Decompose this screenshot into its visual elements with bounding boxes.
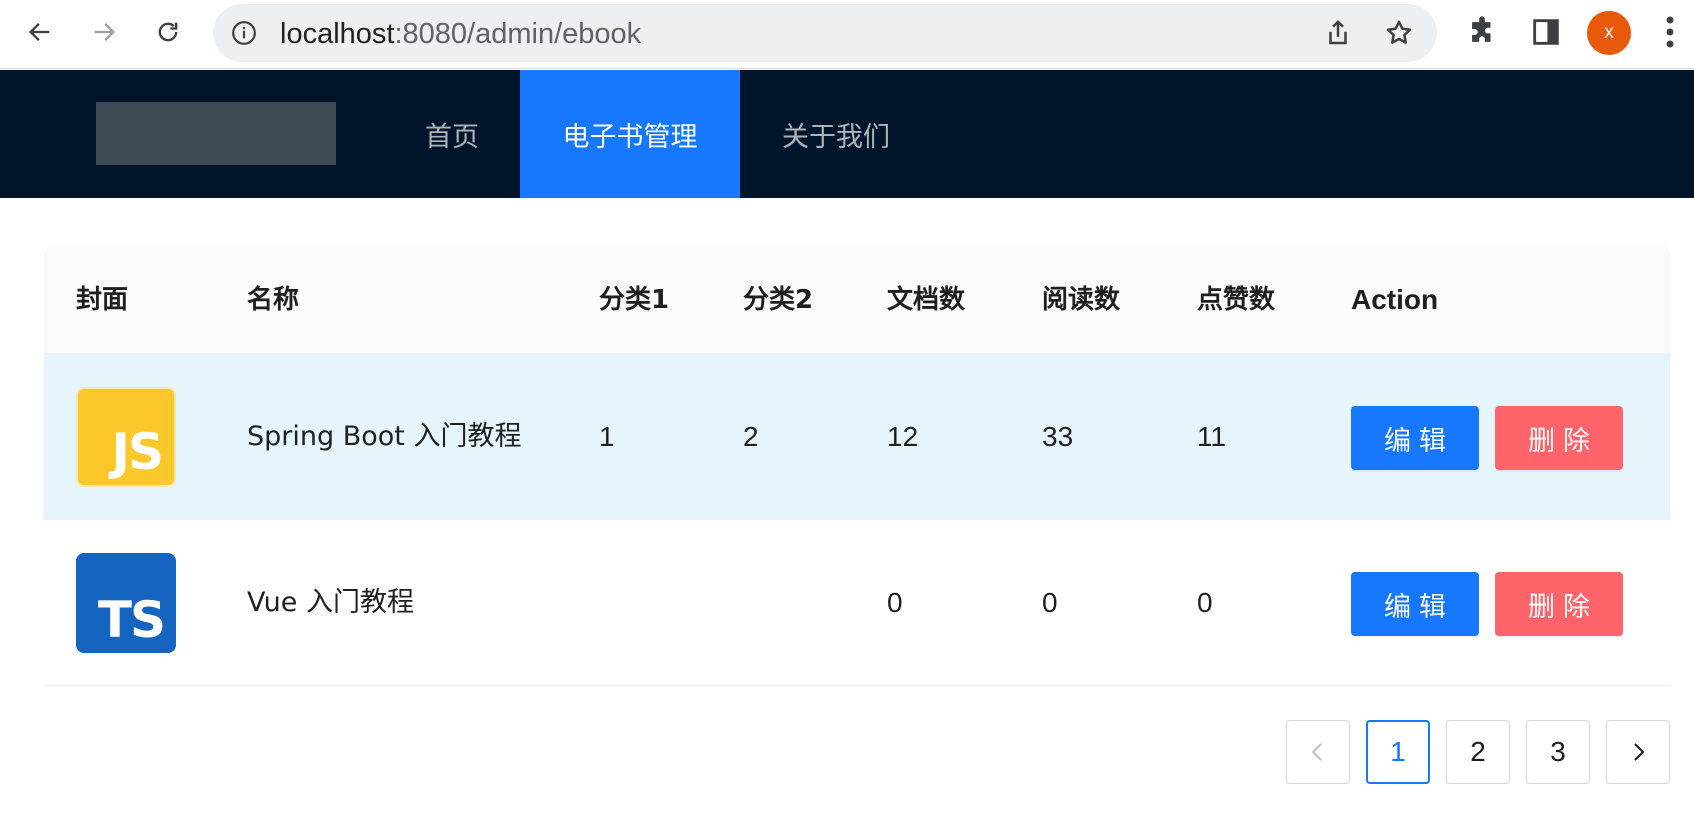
- reload-button[interactable]: [148, 12, 188, 52]
- cover-image-js: JS: [76, 387, 176, 487]
- like-count-value: 11: [1197, 421, 1227, 452]
- chevron-right-icon: [1634, 743, 1645, 761]
- browser-toolbar: localhost:8080/admin/ebook x: [0, 0, 1694, 69]
- column-header-name: 名称: [247, 285, 300, 315]
- view-count-value: 0: [1042, 587, 1058, 618]
- table-row[interactable]: TS Vue 入门教程 0 0 0 编辑 删除: [44, 520, 1670, 686]
- chevron-left-icon: [1311, 743, 1322, 761]
- pagination-page-2[interactable]: 2: [1446, 720, 1510, 784]
- star-icon[interactable]: [1384, 18, 1414, 48]
- more-menu-icon[interactable]: [1663, 14, 1677, 50]
- menu-item-about-us[interactable]: 关于我们: [770, 70, 902, 198]
- column-header-doc-count: 文档数: [887, 285, 966, 315]
- pagination-page-3[interactable]: 3: [1526, 720, 1590, 784]
- category2-value: 2: [743, 421, 759, 452]
- table-header: 封面 名称 分类1 分类2 文档数 阅读数 点赞数 Action: [44, 246, 1670, 354]
- doc-count-value: 12: [887, 421, 919, 452]
- view-count-value: 33: [1042, 421, 1074, 452]
- column-header-category2: 分类2: [743, 285, 814, 315]
- delete-button[interactable]: 删除: [1495, 406, 1623, 470]
- ebook-name: Spring Boot 入门教程: [247, 421, 522, 452]
- menu-item-ebook-management[interactable]: 电子书管理: [520, 70, 740, 198]
- url-host: localhost: [280, 18, 395, 50]
- extensions-icon[interactable]: [1465, 15, 1499, 49]
- ebook-name: Vue 入门教程: [247, 587, 414, 618]
- arrow-left-icon: [29, 23, 50, 41]
- column-header-action: Action: [1351, 284, 1439, 315]
- arrow-right-icon: [94, 23, 115, 41]
- logo: [96, 102, 336, 165]
- edit-button[interactable]: 编辑: [1351, 572, 1479, 636]
- forward-button[interactable]: [84, 12, 124, 52]
- column-header-view-count: 阅读数: [1042, 285, 1121, 315]
- info-icon[interactable]: [231, 20, 257, 46]
- like-count-value: 0: [1197, 587, 1213, 618]
- app-header: 首页 电子书管理 关于我们: [0, 70, 1694, 198]
- table-row[interactable]: JS Spring Boot 入门教程 1 2 12 33 11 编辑 删除: [44, 354, 1670, 520]
- column-header-cover: 封面: [76, 285, 129, 315]
- side-panel-icon[interactable]: [1529, 15, 1563, 49]
- pagination-prev-button[interactable]: [1286, 720, 1350, 784]
- menu-item-home[interactable]: 首页: [396, 70, 508, 198]
- url-text: localhost:8080/admin/ebook: [280, 18, 641, 51]
- delete-button[interactable]: 删除: [1495, 572, 1623, 636]
- doc-count-value: 0: [887, 587, 903, 618]
- share-icon[interactable]: [1323, 18, 1353, 48]
- category1-value: 1: [599, 421, 615, 452]
- pagination-next-button[interactable]: [1606, 720, 1670, 784]
- column-header-category1: 分类1: [599, 285, 670, 315]
- column-header-like-count: 点赞数: [1197, 285, 1276, 315]
- cover-image-ts: TS: [76, 553, 176, 653]
- pagination-page-1[interactable]: 1: [1366, 720, 1430, 784]
- reload-icon: [158, 22, 178, 42]
- url-path: :8080/admin/ebook: [394, 18, 642, 50]
- profile-avatar[interactable]: x: [1587, 11, 1631, 55]
- address-bar[interactable]: localhost:8080/admin/ebook: [213, 4, 1437, 62]
- ebook-table: 封面 名称 分类1 分类2 文档数 阅读数 点赞数 Action JS Spri…: [44, 246, 1670, 686]
- back-button[interactable]: [20, 12, 60, 52]
- edit-button[interactable]: 编辑: [1351, 406, 1479, 470]
